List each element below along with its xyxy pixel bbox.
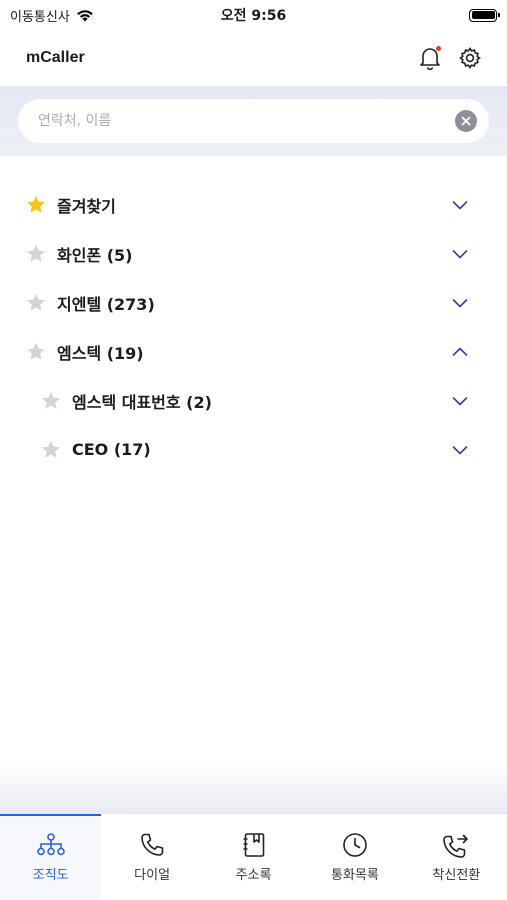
chevron-down-icon[interactable]: [451, 441, 469, 459]
org-label: 엠스텍 대표번호 (2): [72, 392, 212, 412]
search-input[interactable]: [38, 113, 455, 129]
status-bar: 이동통신사 오전 9:56: [0, 0, 507, 30]
clear-search-button[interactable]: [455, 110, 477, 132]
battery-icon: [469, 8, 500, 22]
status-left: 이동통신사: [10, 6, 94, 25]
org-label: 엠스텍 (19): [57, 343, 144, 363]
app-header: mCaller: [0, 30, 507, 86]
bottom-tab-bar: 조직도 다이얼 주소록 통화목록 착신전환: [0, 814, 507, 900]
tab-label: 통화목록: [331, 868, 379, 883]
tab-call-history[interactable]: 통화목록: [304, 814, 405, 900]
chevron-down-icon[interactable]: [451, 392, 469, 410]
carrier-label: 이동통신사: [10, 9, 70, 25]
bottom-fade: [0, 760, 507, 814]
search-box: [18, 99, 489, 143]
wifi-icon: [77, 9, 93, 21]
tab-label: 주소록: [235, 868, 272, 883]
tab-org-chart[interactable]: 조직도: [0, 814, 102, 900]
tab-label: 다이얼: [134, 868, 171, 883]
header-actions: [417, 45, 483, 71]
chevron-up-icon[interactable]: [451, 343, 469, 361]
chevron-down-icon[interactable]: [451, 294, 469, 312]
call-forward-icon: [443, 834, 469, 858]
notification-badge: [436, 46, 441, 51]
org-row-ceo[interactable]: CEO (17): [0, 425, 507, 474]
org-chart-icon: [36, 833, 65, 856]
tab-dialer[interactable]: 다이얼: [101, 814, 202, 900]
org-row-emstec[interactable]: 엠스텍 (19): [0, 327, 507, 376]
gear-icon: [459, 47, 481, 69]
search-area: [0, 86, 507, 156]
star-icon[interactable]: [39, 438, 63, 462]
address-book-icon: [243, 833, 264, 857]
org-label: 지엔텔 (273): [57, 294, 155, 314]
org-row-gentel[interactable]: 지엔텔 (273): [0, 278, 507, 327]
app-title: mCaller: [26, 49, 85, 66]
tab-call-forwarding[interactable]: 착신전환: [406, 814, 507, 900]
tab-address-book[interactable]: 주소록: [203, 814, 304, 900]
tab-label: 조직도: [32, 868, 69, 883]
chevron-down-icon[interactable]: [451, 245, 469, 263]
chevron-down-icon[interactable]: [451, 196, 469, 214]
org-row-favorites[interactable]: 즐겨찾기: [0, 180, 507, 229]
phone-icon: [141, 833, 164, 856]
settings-button[interactable]: [457, 45, 483, 71]
org-label: CEO (17): [72, 440, 151, 459]
close-icon: [461, 116, 471, 126]
star-icon[interactable]: [24, 291, 48, 315]
star-icon[interactable]: [39, 389, 63, 413]
star-icon[interactable]: [24, 242, 48, 266]
star-icon[interactable]: [24, 340, 48, 364]
tab-label: 착신전환: [432, 868, 481, 883]
clock-icon: [343, 833, 367, 857]
org-label: 즐겨찾기: [57, 196, 116, 216]
star-icon-filled[interactable]: [24, 193, 48, 217]
org-tree-list: 즐겨찾기 화인폰 (5) 지엔텔 (273) 엠스텍 (19) 엠스텍 대표번호…: [0, 180, 507, 474]
org-row-emstec-main-number[interactable]: 엠스텍 대표번호 (2): [0, 376, 507, 425]
org-row-finephone[interactable]: 화인폰 (5): [0, 229, 507, 278]
notification-button[interactable]: [417, 45, 443, 71]
org-label: 화인폰 (5): [57, 245, 133, 265]
